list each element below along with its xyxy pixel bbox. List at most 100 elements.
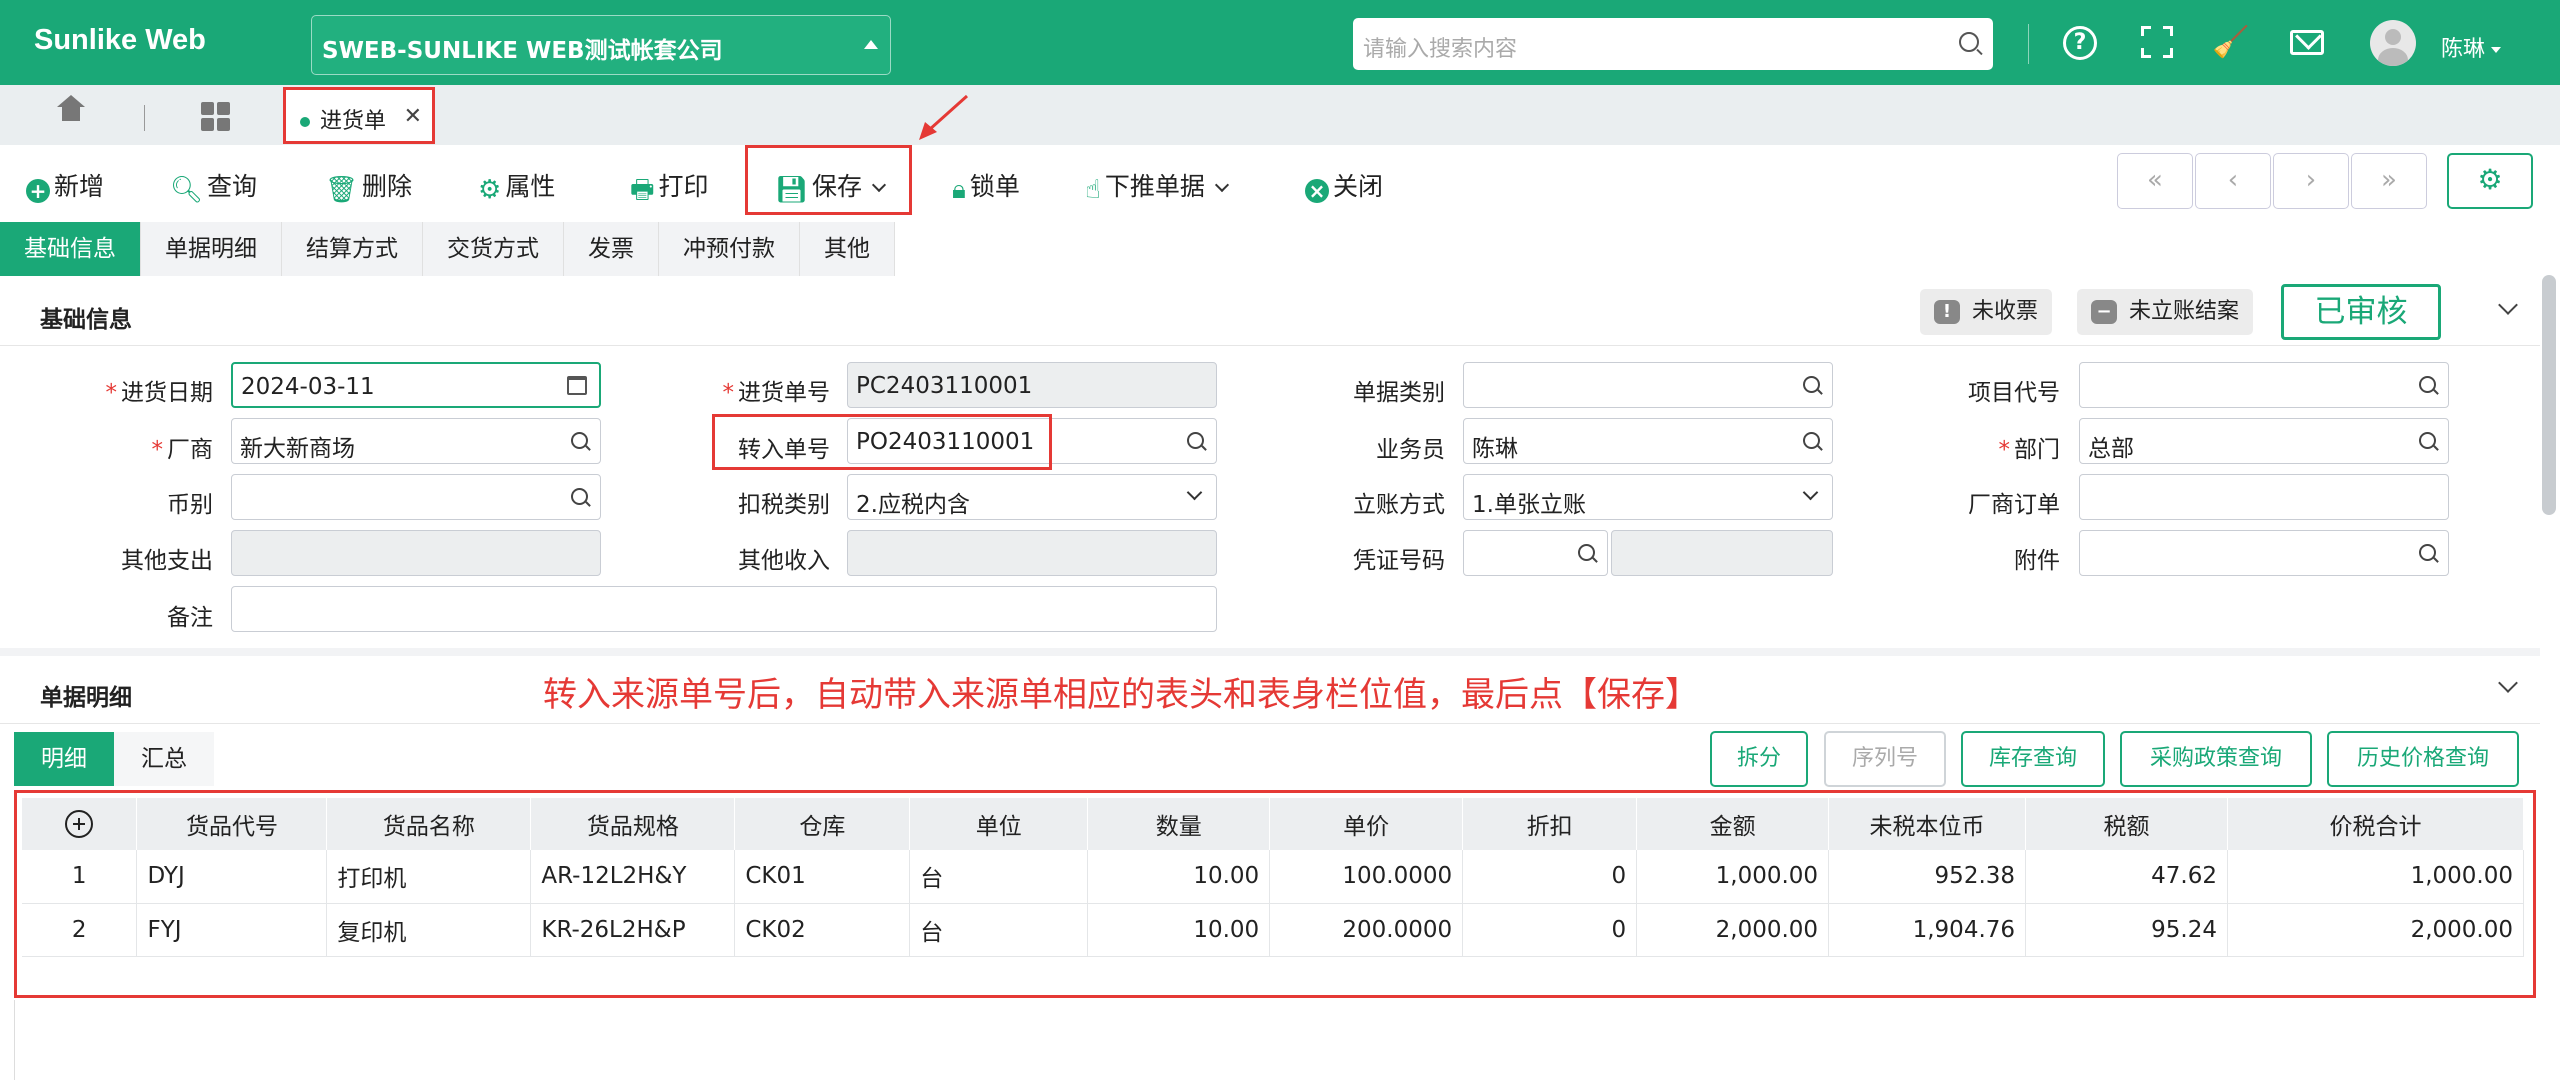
approved-status-badge: 已审核 bbox=[2281, 284, 2441, 340]
vendor-order-label: 厂商订单 bbox=[1968, 492, 2060, 518]
other-expense-field bbox=[231, 530, 601, 576]
attachment-label: 附件 bbox=[2014, 548, 2060, 574]
search-input[interactable]: 请输入搜索内容 bbox=[1353, 18, 1993, 70]
search-icon bbox=[2419, 544, 2436, 561]
clear-cache-icon[interactable]: 🧹 bbox=[2212, 26, 2249, 60]
bill-no-label: * 进货单号 bbox=[722, 380, 831, 406]
search-icon bbox=[2419, 432, 2436, 449]
remark-field[interactable] bbox=[231, 586, 1217, 632]
account-method-label: 立账方式 bbox=[1353, 492, 1445, 518]
gear-icon: ⚙ bbox=[478, 175, 502, 205]
user-menu[interactable]: 陈琳 bbox=[2441, 31, 2502, 63]
tab-detail[interactable]: 明细 bbox=[14, 732, 114, 786]
query-button[interactable]: 🔍︎ 查询 bbox=[170, 167, 257, 205]
prev-record-button[interactable]: ‹ bbox=[2195, 153, 2271, 209]
chevron-down-icon[interactable] bbox=[2498, 673, 2518, 693]
vertical-scrollbar[interactable] bbox=[2542, 275, 2556, 515]
caret-up-icon bbox=[864, 40, 878, 49]
account-status-badge: − 未立账结案 bbox=[2077, 289, 2254, 335]
chevron-down-icon[interactable] bbox=[2498, 295, 2518, 315]
tax-type-select[interactable]: 2.应税内含 bbox=[847, 474, 1217, 520]
tab-prepayment[interactable]: 冲预付款 bbox=[659, 222, 800, 276]
bill-type-field[interactable] bbox=[1463, 362, 1833, 408]
company-selector[interactable]: SWEB-SUNLIKE WEB测试帐套公司 bbox=[311, 15, 891, 75]
tab-invoice[interactable]: 发票 bbox=[564, 222, 659, 276]
other-income-label: 其他收入 bbox=[738, 548, 830, 574]
print-button[interactable]: 🖶 打印 bbox=[630, 167, 709, 215]
section-title: 基础信息 bbox=[40, 307, 132, 333]
search-icon bbox=[2419, 376, 2436, 393]
search-icon bbox=[1803, 432, 1820, 449]
settings-gear-icon[interactable]: ⚙ bbox=[2447, 153, 2533, 209]
chevron-down-icon bbox=[1214, 177, 1229, 193]
price-history-query-button[interactable]: 历史价格查询 bbox=[2327, 731, 2519, 787]
invoice-status-badge: ! 未收票 bbox=[1920, 289, 2053, 335]
tab-summary[interactable]: 汇总 bbox=[114, 732, 214, 786]
bill-no-field: PC2403110001 bbox=[847, 362, 1217, 408]
properties-button[interactable]: ⚙ 属性 bbox=[478, 167, 555, 205]
chevron-down-icon bbox=[1186, 484, 1203, 501]
project-code-field[interactable] bbox=[2079, 362, 2449, 408]
stock-query-button[interactable]: 库存查询 bbox=[1961, 731, 2105, 787]
section-gap bbox=[0, 648, 2540, 656]
home-icon[interactable] bbox=[57, 95, 85, 125]
next-record-button[interactable]: › bbox=[2273, 153, 2349, 209]
annotation-text: 转入来源单号后，自动带入来源单相应的表头和表身栏位值，最后点【保存】 bbox=[543, 675, 1699, 715]
apps-grid-icon[interactable] bbox=[201, 102, 231, 132]
date-field[interactable]: 2024-03-11 bbox=[231, 362, 601, 408]
split-button[interactable]: 拆分 bbox=[1710, 731, 1808, 787]
tab-purchase-receipt[interactable]: 进货单 ✕ bbox=[283, 87, 435, 144]
active-dot-icon bbox=[300, 117, 310, 127]
lock-icon: 🔒︎ bbox=[952, 175, 966, 205]
vendor-order-field[interactable] bbox=[2079, 474, 2449, 520]
divider bbox=[144, 105, 145, 131]
currency-field[interactable] bbox=[231, 474, 601, 520]
search-icon bbox=[571, 488, 588, 505]
purchase-policy-query-button[interactable]: 采购政策查询 bbox=[2120, 731, 2312, 787]
avatar[interactable] bbox=[2370, 20, 2416, 66]
currency-label: 币别 bbox=[167, 492, 213, 518]
save-highlight-box bbox=[745, 145, 912, 215]
search-icon bbox=[571, 432, 588, 449]
search-icon bbox=[1803, 376, 1820, 393]
vendor-label: * 厂商 bbox=[151, 437, 214, 463]
company-name: SWEB-SUNLIKE WEB测试帐套公司 bbox=[322, 38, 723, 64]
tab-other[interactable]: 其他 bbox=[800, 222, 895, 276]
department-field[interactable]: 总部 bbox=[2079, 418, 2449, 464]
divider bbox=[14, 1000, 15, 1080]
tab-delivery[interactable]: 交货方式 bbox=[423, 222, 564, 276]
serial-number-button[interactable]: 序列号 bbox=[1824, 731, 1946, 787]
attachment-field[interactable] bbox=[2079, 530, 2449, 576]
help-icon[interactable]: ? bbox=[2063, 26, 2097, 60]
mail-icon[interactable] bbox=[2290, 30, 2324, 55]
app-logo: Sunlike Web bbox=[34, 24, 206, 56]
voucher-no-display bbox=[1611, 530, 1833, 576]
vendor-field[interactable]: 新大新商场 bbox=[231, 418, 601, 464]
top-bar: Sunlike Web SWEB-SUNLIKE WEB测试帐套公司 请输入搜索… bbox=[0, 0, 2560, 85]
divider bbox=[2028, 24, 2029, 64]
tab-basic-info[interactable]: 基础信息 bbox=[0, 222, 141, 276]
tab-settlement[interactable]: 结算方式 bbox=[282, 222, 423, 276]
first-record-button[interactable]: « bbox=[2117, 153, 2193, 209]
close-icon[interactable]: ✕ bbox=[404, 104, 422, 129]
delete-button[interactable]: 🗑︎ 删除 bbox=[325, 167, 412, 205]
push-down-button[interactable]: ☝︎ 下推单据 bbox=[1085, 167, 1229, 205]
search-placeholder: 请输入搜索内容 bbox=[1363, 37, 1518, 62]
bill-type-label: 单据类别 bbox=[1353, 380, 1445, 406]
other-income-field bbox=[847, 530, 1217, 576]
lock-button[interactable]: 🔒︎ 锁单 bbox=[952, 167, 1020, 206]
clerk-field[interactable]: 陈琳 bbox=[1463, 418, 1833, 464]
tab-bill-detail[interactable]: 单据明细 bbox=[141, 222, 282, 276]
calendar-icon bbox=[567, 376, 587, 395]
fullscreen-icon[interactable] bbox=[2141, 26, 2173, 58]
account-method-select[interactable]: 1.单张立账 bbox=[1463, 474, 1833, 520]
search-icon[interactable] bbox=[1959, 32, 1979, 52]
close-button[interactable]: × 关闭 bbox=[1305, 167, 1383, 203]
annotation-arrow bbox=[919, 94, 969, 140]
voucher-no-field[interactable] bbox=[1463, 530, 1608, 576]
hand-pointer-icon: ☝︎ bbox=[1085, 175, 1101, 205]
project-code-label: 项目代号 bbox=[1968, 380, 2060, 406]
clerk-label: 业务员 bbox=[1376, 437, 1445, 463]
new-button[interactable]: + 新增 bbox=[26, 167, 104, 203]
last-record-button[interactable]: » bbox=[2351, 153, 2427, 209]
